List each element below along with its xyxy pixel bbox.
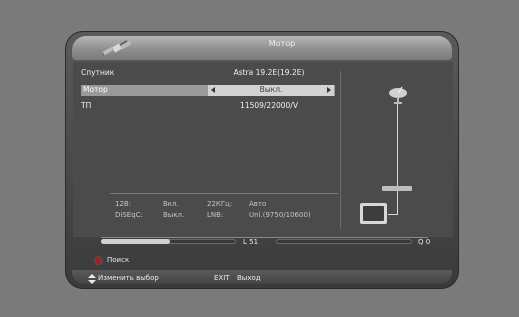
divider [340,71,341,229]
screen: Мотор Спутник Astra 19.2E(19.2E) Мотор В… [0,0,519,317]
info-label-diseqc: DiSEqC: [115,211,143,219]
signal-level-label: L 51 [243,238,259,246]
tv-screen [363,206,384,221]
setting-label: Спутник [81,68,115,77]
setting-value: Astra 19.2E(19.2E) [233,68,305,77]
setting-value: 11509/22000/V [240,101,298,110]
setting-label: Мотор [83,85,108,94]
info-label-22khz: 22КГц: [207,200,233,208]
signal-divider [101,237,428,238]
signal-level-fill [101,239,170,244]
dish-icon [389,86,407,104]
up-down-arrows-icon [88,274,96,284]
signal-quality-label: Q 0 [418,238,431,246]
exit-key-label: EXIT [214,274,230,282]
info-label-lnb: LNB: [207,211,224,219]
info-divider [110,193,338,194]
cable-line [397,191,398,215]
search-label[interactable]: Поиск [107,256,129,264]
signal-quality-bar [276,239,412,244]
setting-row-satellite[interactable]: Спутник Astra 19.2E(19.2E) [81,68,335,79]
setting-value: Выкл. [259,85,283,94]
info-label-12v: 12В: [115,200,132,208]
cable-line [397,100,398,188]
info-value-diseqc: Выкл. [163,211,185,219]
info-value-12v: Вкл. [163,200,179,208]
signal-level-bar [101,239,236,244]
satellite-icon [102,40,132,56]
setting-row-transponder[interactable]: ТП 11509/22000/V [81,101,335,112]
right-arrow-icon[interactable] [327,87,331,93]
motor-selector[interactable]: Выкл. [208,85,334,96]
info-value-lnb: Uni.(9750/10600) [249,211,311,219]
cable-line [388,214,398,215]
change-selection-label: Изменить выбор [98,274,159,282]
info-value-22khz: Авто [249,200,267,208]
setting-label: ТП [81,101,92,110]
red-button-icon[interactable] [95,257,102,264]
page-title: Мотор [268,39,296,48]
setting-row-motor[interactable]: Мотор Выкл. [81,85,335,96]
exit-label[interactable]: Выход [237,274,261,282]
